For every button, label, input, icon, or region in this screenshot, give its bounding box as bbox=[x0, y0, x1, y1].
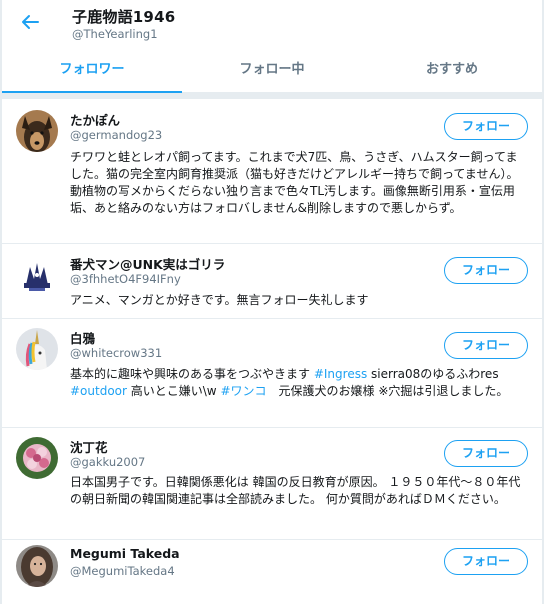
list-item[interactable]: Megumi Takeda @MegumiTakeda4 フォロー bbox=[2, 540, 542, 604]
profile-header: 子鹿物語1946 @TheYearling1 bbox=[2, 0, 542, 46]
bio-text: 元保護犬のお嬢様 ※穴掘は引退しました。 bbox=[266, 384, 509, 398]
bio-text: sierra08のゆるふわres bbox=[367, 367, 499, 381]
user-handle: @germandog23 bbox=[70, 128, 163, 142]
unicorn-avatar[interactable] bbox=[16, 328, 58, 370]
user-name[interactable]: Megumi Takeda bbox=[70, 546, 180, 561]
tab-followers[interactable]: フォロワー bbox=[2, 51, 182, 93]
list-item[interactable]: 沈丁花 @gakku2007 フォロー 日本国男子です。日韓関係悪化は 韓国の反… bbox=[2, 428, 542, 540]
user-handle: @whitecrow331 bbox=[70, 346, 163, 360]
user-name[interactable]: 沈丁花 bbox=[70, 437, 108, 456]
follow-button[interactable]: フォロー bbox=[444, 257, 528, 284]
dog-avatar[interactable] bbox=[16, 110, 58, 152]
hashtag-link[interactable]: #Ingress bbox=[314, 367, 367, 381]
user-handle: @MegumiTakeda4 bbox=[70, 564, 175, 578]
user-bio: 日本国男子です。日韓関係悪化は 韓国の反日教育が原因。 １９５０年代～８０年代の… bbox=[70, 475, 521, 506]
user-bio: 基本的に趣味や興味のある事をつぶやきます #Ingress sierra08のゆ… bbox=[70, 366, 528, 400]
user-handle: @3fhhetO4F94IFny bbox=[70, 272, 181, 286]
back-arrow-icon[interactable] bbox=[18, 10, 42, 34]
user-bio: チワワと蛙とレオパ飼ってます。これまで犬7匹、鳥、うさぎ、ハムスター飼ってました… bbox=[70, 150, 519, 215]
hashtag-link[interactable]: #ワンコ bbox=[220, 384, 266, 398]
profile-handle: @TheYearling1 bbox=[72, 27, 158, 41]
follow-button[interactable]: フォロー bbox=[444, 440, 528, 467]
user-name[interactable]: 番犬マン@UNK実はゴリラ bbox=[70, 254, 225, 273]
user-handle: @gakku2007 bbox=[70, 455, 146, 469]
tab-following[interactable]: フォロー中 bbox=[182, 51, 362, 92]
flower-avatar[interactable] bbox=[16, 437, 58, 479]
anime-character-avatar[interactable] bbox=[16, 255, 58, 297]
user-bio: アニメ、マンガとか好きです。無言フォロー失礼します bbox=[70, 293, 369, 307]
follow-button[interactable]: フォロー bbox=[444, 548, 528, 575]
user-name[interactable]: たかぽん bbox=[70, 110, 120, 129]
hashtag-link[interactable]: #outdoor bbox=[70, 384, 127, 398]
bio-text: 高いとこ嫌い\w bbox=[126, 384, 221, 398]
tab-recommended[interactable]: おすすめ bbox=[362, 51, 542, 92]
follow-button[interactable]: フォロー bbox=[444, 113, 528, 140]
list-item[interactable]: 番犬マン@UNK実はゴリラ @3fhhetO4F94IFny フォロー アニメ、… bbox=[2, 244, 542, 319]
list-item[interactable]: たかぽん @germandog23 フォロー チワワと蛙とレオパ飼ってます。これ… bbox=[2, 99, 542, 244]
list-item[interactable]: 白鴉 @whitecrow331 フォロー 基本的に趣味や興味のある事をつぶやき… bbox=[2, 319, 542, 428]
profile-name: 子鹿物語1946 bbox=[72, 8, 176, 26]
bio-text: 基本的に趣味や興味のある事をつぶやきます bbox=[70, 367, 314, 381]
follow-button[interactable]: フォロー bbox=[444, 332, 528, 359]
tab-bar: フォロワー フォロー中 おすすめ bbox=[2, 51, 542, 93]
woman-portrait-avatar[interactable] bbox=[16, 545, 58, 587]
followers-panel: 子鹿物語1946 @TheYearling1 フォロワー フォロー中 おすすめ bbox=[2, 0, 542, 604]
user-name[interactable]: 白鴉 bbox=[70, 328, 95, 347]
